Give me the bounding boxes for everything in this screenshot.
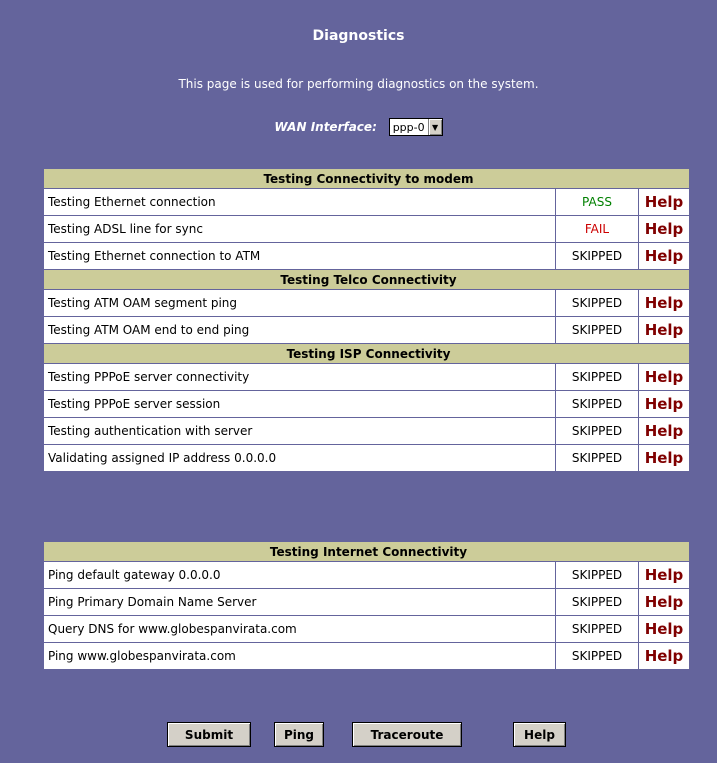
test-label: Testing PPPoE server session (44, 391, 555, 417)
help-link[interactable]: Help (645, 321, 684, 339)
diagnostics-table-internet: Testing Internet Connectivity Ping defau… (43, 541, 690, 670)
test-label: Testing ADSL line for sync (44, 216, 555, 242)
test-label: Validating assigned IP address 0.0.0.0 (44, 445, 555, 471)
help-link[interactable]: Help (645, 422, 684, 440)
table-row: Testing Ethernet connection PASS Help (44, 189, 689, 215)
table-row: Testing PPPoE server connectivity SKIPPE… (44, 364, 689, 390)
help-link[interactable]: Help (645, 220, 684, 238)
status-skipped: SKIPPED (556, 290, 638, 316)
table-row: Ping default gateway 0.0.0.0 SKIPPED Hel… (44, 562, 689, 588)
test-label: Testing ATM OAM end to end ping (44, 317, 555, 343)
status-skipped: SKIPPED (556, 643, 638, 669)
section-header-telco: Testing Telco Connectivity (44, 270, 689, 289)
help-link[interactable]: Help (645, 395, 684, 413)
wan-interface-row: WAN Interface: ppp-0 ▼ (0, 118, 717, 136)
section-header-isp: Testing ISP Connectivity (44, 344, 689, 363)
section-header-modem: Testing Connectivity to modem (44, 169, 689, 188)
table-row: Testing ATM OAM end to end ping SKIPPED … (44, 317, 689, 343)
page-description: This page is used for performing diagnos… (178, 77, 539, 91)
traceroute-button[interactable]: Traceroute (352, 722, 462, 747)
test-label: Ping default gateway 0.0.0.0 (44, 562, 555, 588)
help-link[interactable]: Help (645, 368, 684, 386)
section-header-internet: Testing Internet Connectivity (44, 542, 689, 561)
submit-button[interactable]: Submit (167, 722, 251, 747)
help-link[interactable]: Help (645, 593, 684, 611)
help-link[interactable]: Help (645, 647, 684, 665)
test-label: Testing Ethernet connection to ATM (44, 243, 555, 269)
table-row: Testing ATM OAM segment ping SKIPPED Hel… (44, 290, 689, 316)
status-skipped: SKIPPED (556, 616, 638, 642)
table-row: Testing Ethernet connection to ATM SKIPP… (44, 243, 689, 269)
ping-button[interactable]: Ping (274, 722, 324, 747)
help-link[interactable]: Help (645, 620, 684, 638)
page-title: Diagnostics (312, 28, 405, 44)
test-label: Query DNS for www.globespanvirata.com (44, 616, 555, 642)
diagnostics-table-main: Testing Connectivity to modem Testing Et… (43, 168, 690, 472)
test-label: Ping Primary Domain Name Server (44, 589, 555, 615)
table-row: Ping www.globespanvirata.com SKIPPED Hel… (44, 643, 689, 669)
status-skipped: SKIPPED (556, 317, 638, 343)
table-row: Testing ADSL line for sync FAIL Help (44, 216, 689, 242)
help-link[interactable]: Help (645, 247, 684, 265)
table-row: Validating assigned IP address 0.0.0.0 S… (44, 445, 689, 471)
help-link[interactable]: Help (645, 449, 684, 467)
help-link[interactable]: Help (645, 566, 684, 584)
help-button[interactable]: Help (513, 722, 566, 747)
wan-interface-select[interactable]: ppp-0 ▼ (388, 118, 443, 136)
status-skipped: SKIPPED (556, 364, 638, 390)
table-row: Testing PPPoE server session SKIPPED Hel… (44, 391, 689, 417)
help-link[interactable]: Help (645, 294, 684, 312)
help-link[interactable]: Help (645, 193, 684, 211)
status-skipped: SKIPPED (556, 418, 638, 444)
table-row: Query DNS for www.globespanvirata.com SK… (44, 616, 689, 642)
status-skipped: SKIPPED (556, 445, 638, 471)
test-label: Testing Ethernet connection (44, 189, 555, 215)
status-skipped: SKIPPED (556, 391, 638, 417)
table-row: Ping Primary Domain Name Server SKIPPED … (44, 589, 689, 615)
status-skipped: SKIPPED (556, 562, 638, 588)
status-pass: PASS (556, 189, 638, 215)
test-label: Testing PPPoE server connectivity (44, 364, 555, 390)
test-label: Testing ATM OAM segment ping (44, 290, 555, 316)
status-skipped: SKIPPED (556, 589, 638, 615)
wan-interface-value: ppp-0 (392, 120, 425, 134)
table-row: Testing authentication with server SKIPP… (44, 418, 689, 444)
chevron-down-icon[interactable]: ▼ (427, 119, 442, 135)
status-skipped: SKIPPED (556, 243, 638, 269)
test-label: Testing authentication with server (44, 418, 555, 444)
status-fail: FAIL (556, 216, 638, 242)
test-label: Ping www.globespanvirata.com (44, 643, 555, 669)
wan-interface-label: WAN Interface: (274, 120, 377, 134)
